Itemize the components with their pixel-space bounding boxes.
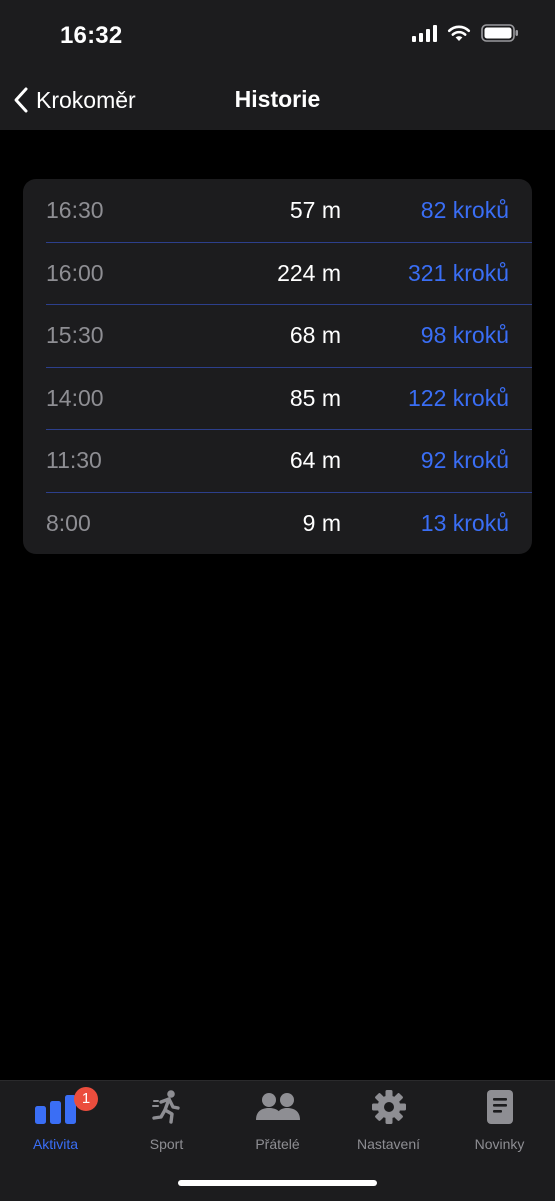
history-distance: 68 m <box>289 322 341 348</box>
history-row: 11:30 64 m 92 kroků <box>23 429 532 492</box>
back-button-label: Krokoměr <box>36 86 136 113</box>
status-icons <box>412 24 519 42</box>
history-steps: 98 kroků <box>420 322 509 348</box>
status-time: 16:32 <box>60 22 123 49</box>
history-row: 16:30 57 m 82 kroků <box>23 179 532 242</box>
running-person-icon <box>151 1090 180 1124</box>
navigation-bar: Krokoměr Historie <box>0 72 555 130</box>
wifi-icon <box>447 25 471 41</box>
status-bar: 16:32 <box>0 0 555 72</box>
history-row: 8:00 9 m 13 kroků <box>23 491 532 555</box>
tab-label: Přátelé <box>255 1136 300 1152</box>
tab-novinky[interactable]: Novinky <box>444 1089 555 1159</box>
history-time: 14:00 <box>46 384 104 411</box>
gear-icon <box>371 1090 406 1124</box>
tab-label: Sport <box>149 1136 184 1152</box>
tab-pratele[interactable]: Přátelé <box>222 1089 333 1159</box>
history-steps: 321 kroků <box>407 259 509 286</box>
history-steps: 92 kroků <box>420 447 509 473</box>
history-time: 16:30 <box>46 197 104 223</box>
history-row: 16:00 224 m 321 kroků <box>23 241 532 305</box>
cellular-signal-icon <box>412 24 437 42</box>
history-steps: 82 kroků <box>420 197 509 223</box>
history-row: 15:30 68 m 98 kroků <box>23 304 532 367</box>
history-distance: 224 m <box>277 259 341 286</box>
news-document-icon <box>486 1090 513 1124</box>
activity-bars-icon <box>34 1095 76 1124</box>
history-row: 14:00 85 m 122 kroků <box>23 366 532 430</box>
history-time: 15:30 <box>46 322 104 348</box>
history-distance: 64 m <box>289 447 341 473</box>
battery-icon <box>481 24 518 42</box>
back-button[interactable]: Krokoměr <box>12 82 136 118</box>
tab-sport[interactable]: Sport <box>111 1089 222 1159</box>
history-list: 16:30 57 m 82 kroků 16:00 224 m 321 krok… <box>23 179 532 554</box>
history-distance: 57 m <box>289 197 341 223</box>
tab-nastaveni[interactable]: Nastavení <box>333 1089 444 1159</box>
home-indicator[interactable] <box>178 1180 377 1186</box>
history-distance: 9 m <box>302 509 341 536</box>
tab-label: Aktivita <box>32 1136 79 1152</box>
history-distance: 85 m <box>289 384 341 411</box>
history-steps: 13 kroků <box>420 509 509 536</box>
chevron-left-icon <box>14 87 28 113</box>
friends-icon <box>255 1093 300 1120</box>
tab-label: Nastavení <box>356 1136 421 1152</box>
tab-aktivita[interactable]: 1 Aktivita <box>0 1087 111 1159</box>
history-time: 16:00 <box>46 259 104 286</box>
history-steps: 122 kroků <box>407 384 509 411</box>
notification-badge: 1 <box>74 1087 98 1111</box>
tab-label: Novinky <box>474 1136 525 1152</box>
history-time: 8:00 <box>46 509 91 536</box>
history-time: 11:30 <box>46 447 102 473</box>
